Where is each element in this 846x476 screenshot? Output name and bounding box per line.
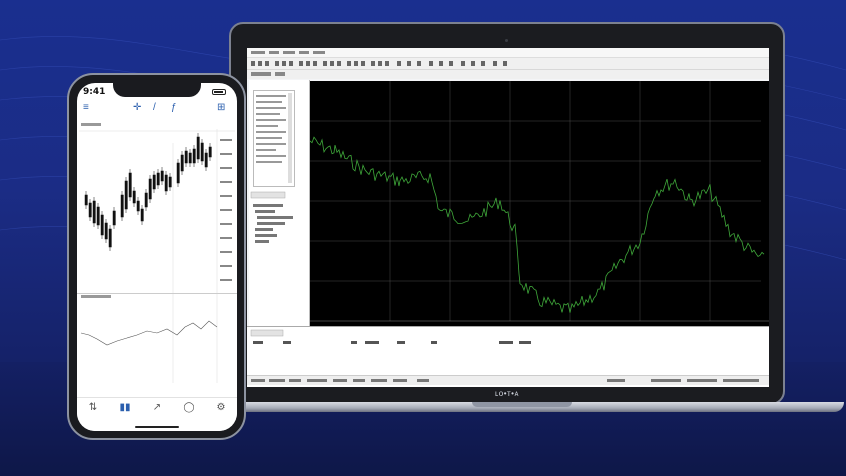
laptop-camera xyxy=(505,39,508,42)
laptop-opening-notch xyxy=(472,402,572,407)
quotes-icon: ⇅ xyxy=(88,402,98,413)
price-label-placeholder xyxy=(220,209,232,211)
terminal-tabs[interactable] xyxy=(247,375,769,385)
candle-body xyxy=(168,176,172,188)
menu-items[interactable] xyxy=(247,48,769,57)
candle-body xyxy=(184,150,188,164)
laptop-screen xyxy=(247,48,769,387)
candle-body xyxy=(176,162,180,184)
tab-trade[interactable]: ↗ xyxy=(145,402,169,416)
candles xyxy=(84,133,212,251)
price-label-placeholder xyxy=(220,237,232,239)
terminal-panel xyxy=(247,326,769,387)
tab-quotes[interactable]: ⇅ xyxy=(81,402,105,416)
candle-body xyxy=(100,214,104,236)
market-watch-rows xyxy=(256,93,292,183)
candle-body xyxy=(196,136,200,160)
candle-body xyxy=(88,202,92,218)
candle-body xyxy=(136,200,140,212)
candle-body xyxy=(128,172,132,198)
price-label-placeholder xyxy=(220,167,232,169)
candle-body xyxy=(124,180,128,210)
navigator-panel xyxy=(249,80,310,368)
candle-body xyxy=(204,152,208,168)
home-indicator xyxy=(135,426,179,428)
candle-body xyxy=(132,190,136,204)
phone-candle-canvas[interactable] xyxy=(77,83,237,383)
candle-body xyxy=(200,142,204,162)
price-label-placeholder xyxy=(220,279,232,281)
candle-body xyxy=(156,172,160,186)
chart-grid xyxy=(310,81,761,321)
trade-tab-icon: ↗ xyxy=(152,402,162,413)
candle-body xyxy=(96,206,100,226)
terminal-content xyxy=(250,329,531,344)
secondary-toolbar[interactable] xyxy=(247,70,769,79)
toolbar-buttons[interactable] xyxy=(247,58,769,69)
market-watch[interactable] xyxy=(253,90,295,187)
price-axis-labels xyxy=(220,139,232,281)
candle-body xyxy=(164,174,168,192)
candle-body xyxy=(104,222,108,240)
timeframe-buttons[interactable] xyxy=(247,70,769,79)
candle-body xyxy=(120,194,124,218)
phone-notch xyxy=(113,79,201,97)
symbol-label-placeholder xyxy=(81,123,101,126)
phone-screen: 9:41 ≡ ✛ / ƒ ⊞ ⇅ ▮▮ ↗ ◯ ⚙ xyxy=(77,83,237,431)
indicator-line xyxy=(80,320,218,346)
candle-body xyxy=(84,194,88,206)
price-line xyxy=(310,136,765,313)
candle-body xyxy=(144,192,148,208)
tab-chat[interactable]: ◯ xyxy=(177,402,201,416)
settings-icon: ⚙ xyxy=(216,402,226,413)
candle-body xyxy=(148,178,152,200)
price-label-placeholder xyxy=(220,195,232,197)
chart-icon: ▮▮ xyxy=(119,402,131,413)
terminal-tab-labels[interactable] xyxy=(247,376,769,385)
candle-body xyxy=(108,228,112,248)
price-label-placeholder xyxy=(220,153,232,155)
indicator-label-placeholder xyxy=(81,295,111,298)
candle-body xyxy=(152,174,156,190)
candle-body xyxy=(140,208,144,222)
tab-chart[interactable]: ▮▮ xyxy=(113,402,137,416)
candle-body xyxy=(112,210,116,226)
price-label-placeholder xyxy=(220,265,232,267)
laptop-brand: ʟᴏ•ᴛ•ᴀ xyxy=(495,389,519,398)
price-label-placeholder xyxy=(220,181,232,183)
price-label-placeholder xyxy=(220,251,232,253)
chat-icon: ◯ xyxy=(183,402,195,413)
candle-body xyxy=(188,152,192,164)
candle-body xyxy=(192,148,196,164)
price-label-placeholder xyxy=(220,223,232,225)
chart-divider xyxy=(77,293,237,294)
candle-body xyxy=(160,170,164,182)
price-label-placeholder xyxy=(220,139,232,141)
menu-bar[interactable] xyxy=(247,48,769,58)
tab-settings[interactable]: ⚙ xyxy=(209,402,233,416)
candle-body xyxy=(208,146,212,158)
main-toolbar[interactable] xyxy=(247,58,769,70)
candle-body xyxy=(180,154,184,172)
candle-body xyxy=(92,200,96,224)
